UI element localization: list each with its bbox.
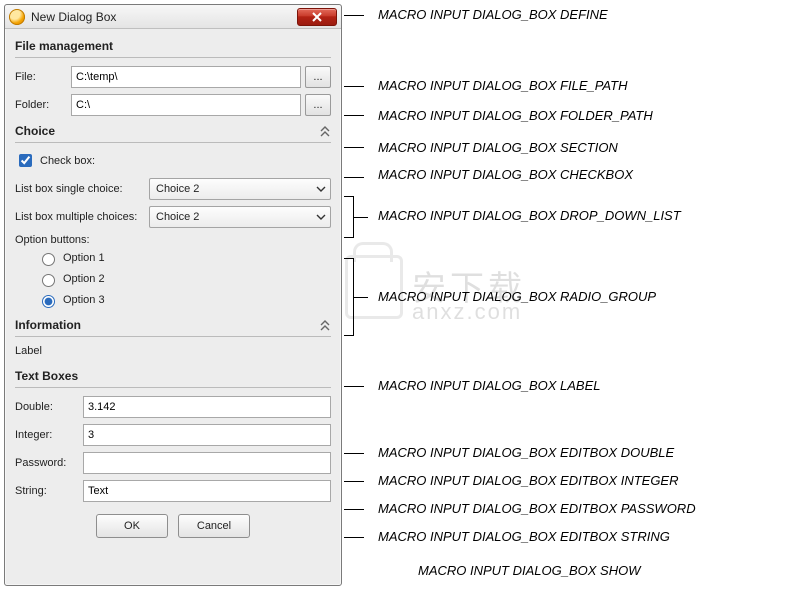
anno-editbox-integer: MACRO INPUT DIALOG_BOX EDITBOX INTEGER — [378, 473, 679, 488]
anno-file-path: MACRO INPUT DIALOG_BOX FILE_PATH — [378, 78, 627, 93]
anno-checkbox: MACRO INPUT DIALOG_BOX CHECKBOX — [378, 167, 633, 182]
anno-editbox-double: MACRO INPUT DIALOG_BOX EDITBOX DOUBLE — [378, 445, 674, 460]
annotations-layer: MACRO INPUT DIALOG_BOX DEFINE MACRO INPU… — [0, 0, 807, 600]
anno-show: MACRO INPUT DIALOG_BOX SHOW — [418, 563, 640, 578]
anno-folder-path: MACRO INPUT DIALOG_BOX FOLDER_PATH — [378, 108, 653, 123]
anno-section: MACRO INPUT DIALOG_BOX SECTION — [378, 140, 618, 155]
anno-editbox-password: MACRO INPUT DIALOG_BOX EDITBOX PASSWORD — [378, 501, 696, 516]
anno-editbox-string: MACRO INPUT DIALOG_BOX EDITBOX STRING — [378, 529, 670, 544]
anno-dropdown: MACRO INPUT DIALOG_BOX DROP_DOWN_LIST — [378, 208, 681, 223]
anno-label: MACRO INPUT DIALOG_BOX LABEL — [378, 378, 601, 393]
anno-radio-group: MACRO INPUT DIALOG_BOX RADIO_GROUP — [378, 289, 656, 304]
anno-define: MACRO INPUT DIALOG_BOX DEFINE — [378, 7, 608, 22]
